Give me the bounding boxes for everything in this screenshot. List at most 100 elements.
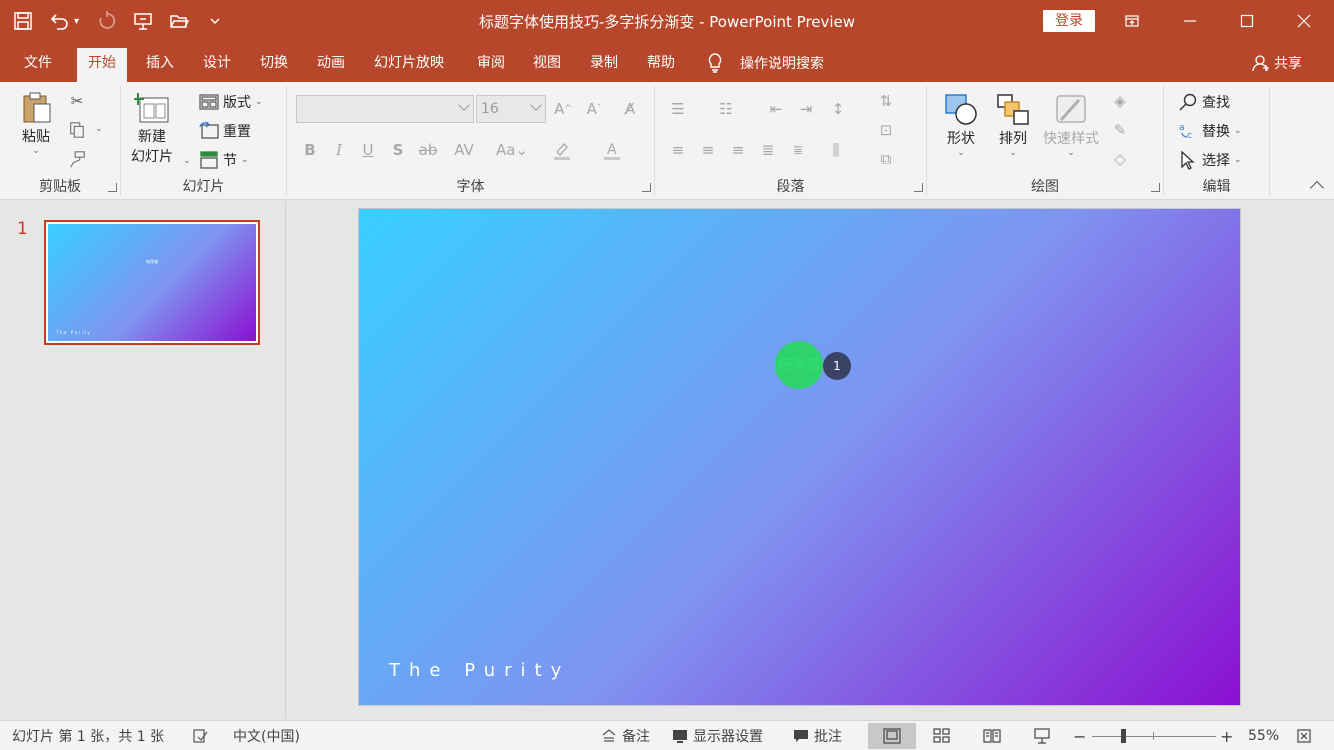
- numbering-icon[interactable]: ☷: [715, 98, 737, 120]
- shape-fill-icon[interactable]: ◈: [1109, 90, 1131, 112]
- copy-icon[interactable]: [66, 119, 88, 141]
- zoom-out-icon[interactable]: −: [1073, 721, 1086, 750]
- tab-design[interactable]: 设计: [192, 48, 242, 82]
- bold-icon[interactable]: B: [299, 139, 321, 161]
- reading-view-icon[interactable]: [968, 723, 1016, 749]
- present-icon[interactable]: [130, 8, 156, 34]
- clipboard-launcher-icon[interactable]: [108, 183, 117, 192]
- zoom-slider-thumb[interactable]: [1121, 729, 1126, 743]
- copy-dropdown-icon[interactable]: ⌄: [95, 124, 103, 134]
- text-direction-icon[interactable]: ⇅: [875, 90, 897, 112]
- tab-file[interactable]: 文件: [13, 48, 63, 82]
- character-spacing-icon[interactable]: AV: [449, 139, 479, 161]
- increase-indent-icon[interactable]: ⇥: [795, 98, 817, 120]
- share-button[interactable]: 共享: [1252, 52, 1302, 74]
- change-case-icon[interactable]: Aa⌄: [495, 139, 529, 161]
- minimize-icon[interactable]: [1162, 0, 1218, 42]
- animation-order-badge[interactable]: 1: [823, 352, 851, 380]
- display-settings-button[interactable]: 显示器设置: [672, 721, 763, 750]
- tell-me-search[interactable]: 操作说明搜索: [706, 48, 824, 78]
- shapes-button[interactable]: 形状 ⌄: [943, 92, 979, 158]
- tab-slideshow[interactable]: 幻灯片放映: [363, 48, 455, 82]
- zoom-slider-track[interactable]: [1092, 736, 1216, 737]
- slide-subtitle-text[interactable]: The Purity: [389, 660, 570, 681]
- shape-effects-icon[interactable]: ◇: [1109, 148, 1131, 170]
- layout-button[interactable]: 版式 ⌄: [199, 90, 263, 114]
- tab-record[interactable]: 录制: [579, 48, 629, 82]
- arrange-button[interactable]: 排列 ⌄: [995, 92, 1031, 158]
- new-slide-dropdown-icon[interactable]: ⌄: [183, 156, 191, 166]
- accessibility-icon[interactable]: [192, 721, 208, 750]
- decrease-font-icon[interactable]: Aˇ: [583, 98, 605, 120]
- close-icon[interactable]: [1276, 0, 1332, 42]
- fit-to-window-icon[interactable]: [1296, 721, 1312, 750]
- shape-outline-icon[interactable]: ✎: [1109, 119, 1131, 141]
- comments-button[interactable]: 批注: [793, 721, 842, 750]
- customize-icon[interactable]: [202, 8, 228, 34]
- tab-animations[interactable]: 动画: [306, 48, 356, 82]
- paste-button[interactable]: 粘贴 ⌄: [18, 90, 54, 156]
- replace-button[interactable]: ac 替换 ⌄: [1178, 119, 1242, 143]
- new-slide-button[interactable]: 新建 幻灯片: [131, 90, 173, 166]
- align-text-icon[interactable]: ⊡: [875, 119, 897, 141]
- tab-view[interactable]: 视图: [522, 48, 572, 82]
- reset-button[interactable]: 重置: [199, 119, 251, 143]
- tab-home[interactable]: 开始: [77, 48, 127, 82]
- cut-icon[interactable]: ✂: [66, 90, 88, 112]
- font-launcher-icon[interactable]: [642, 183, 651, 192]
- login-button[interactable]: 登录: [1043, 10, 1095, 32]
- tab-insert[interactable]: 插入: [135, 48, 185, 82]
- line-spacing-icon[interactable]: ↕: [827, 98, 849, 120]
- columns-icon[interactable]: ⫼: [825, 139, 847, 161]
- tab-help[interactable]: 帮助: [636, 48, 686, 82]
- notes-button[interactable]: 备注: [601, 721, 650, 750]
- underline-icon[interactable]: U: [357, 139, 379, 161]
- maximize-icon[interactable]: [1219, 0, 1275, 42]
- undo-icon[interactable]: [46, 8, 72, 34]
- select-button[interactable]: 选择 ⌄: [1178, 148, 1242, 172]
- font-size-combo[interactable]: 16: [476, 95, 546, 123]
- align-center-icon[interactable]: ≡: [697, 139, 719, 161]
- italic-icon[interactable]: I: [328, 139, 350, 161]
- normal-view-icon[interactable]: [868, 723, 916, 749]
- tab-transitions[interactable]: 切换: [249, 48, 299, 82]
- tab-review[interactable]: 审阅: [466, 48, 516, 82]
- paragraph-launcher-icon[interactable]: [914, 183, 923, 192]
- strikethrough-icon[interactable]: ab: [417, 139, 439, 161]
- slide-title-text[interactable]: 纯净感: [775, 341, 823, 389]
- zoom-level[interactable]: 55%: [1248, 721, 1279, 750]
- distributed-icon[interactable]: ⩸: [787, 139, 809, 161]
- language-indicator[interactable]: 中文(中国): [233, 721, 300, 750]
- decrease-indent-icon[interactable]: ⇤: [765, 98, 787, 120]
- bullets-icon[interactable]: ☰: [667, 98, 689, 120]
- zoom-in-icon[interactable]: +: [1220, 721, 1233, 750]
- slide-thumbnail[interactable]: 纯净感 The Purity: [44, 220, 260, 345]
- tell-me-label: 操作说明搜索: [740, 56, 824, 72]
- slide-sorter-view-icon[interactable]: [918, 723, 966, 749]
- format-painter-icon[interactable]: [66, 148, 88, 170]
- drawing-launcher-icon[interactable]: [1151, 183, 1160, 192]
- smartart-icon[interactable]: ⧉: [875, 148, 897, 170]
- shadow-icon[interactable]: S: [387, 139, 409, 161]
- justify-icon[interactable]: ≣: [757, 139, 779, 161]
- open-icon[interactable]: [166, 8, 192, 34]
- find-button[interactable]: 查找: [1178, 90, 1230, 114]
- notes-icon: [602, 729, 616, 742]
- undo-dropdown-icon[interactable]: ▾: [74, 16, 84, 27]
- slideshow-view-icon[interactable]: [1018, 723, 1066, 749]
- align-left-icon[interactable]: ≡: [667, 139, 689, 161]
- quick-styles-button[interactable]: 快速样式 ⌄: [1043, 92, 1099, 158]
- section-button[interactable]: 节 ⌄: [199, 148, 249, 172]
- increase-font-icon[interactable]: A ^: [552, 98, 574, 120]
- paste-dropdown-icon[interactable]: ⌄: [32, 146, 40, 156]
- find-label: 查找: [1202, 95, 1230, 111]
- ribbon-display-icon[interactable]: [1104, 0, 1160, 42]
- clear-formatting-icon[interactable]: A̸: [619, 98, 641, 120]
- slide-canvas[interactable]: 纯净感 1 The Purity: [359, 209, 1240, 705]
- save-icon[interactable]: [10, 8, 36, 34]
- align-right-icon[interactable]: ≡: [727, 139, 749, 161]
- font-color-icon[interactable]: A: [601, 139, 623, 161]
- collapse-ribbon-icon[interactable]: [1309, 180, 1325, 196]
- font-name-combo[interactable]: [296, 95, 474, 123]
- highlight-icon[interactable]: [551, 139, 573, 161]
